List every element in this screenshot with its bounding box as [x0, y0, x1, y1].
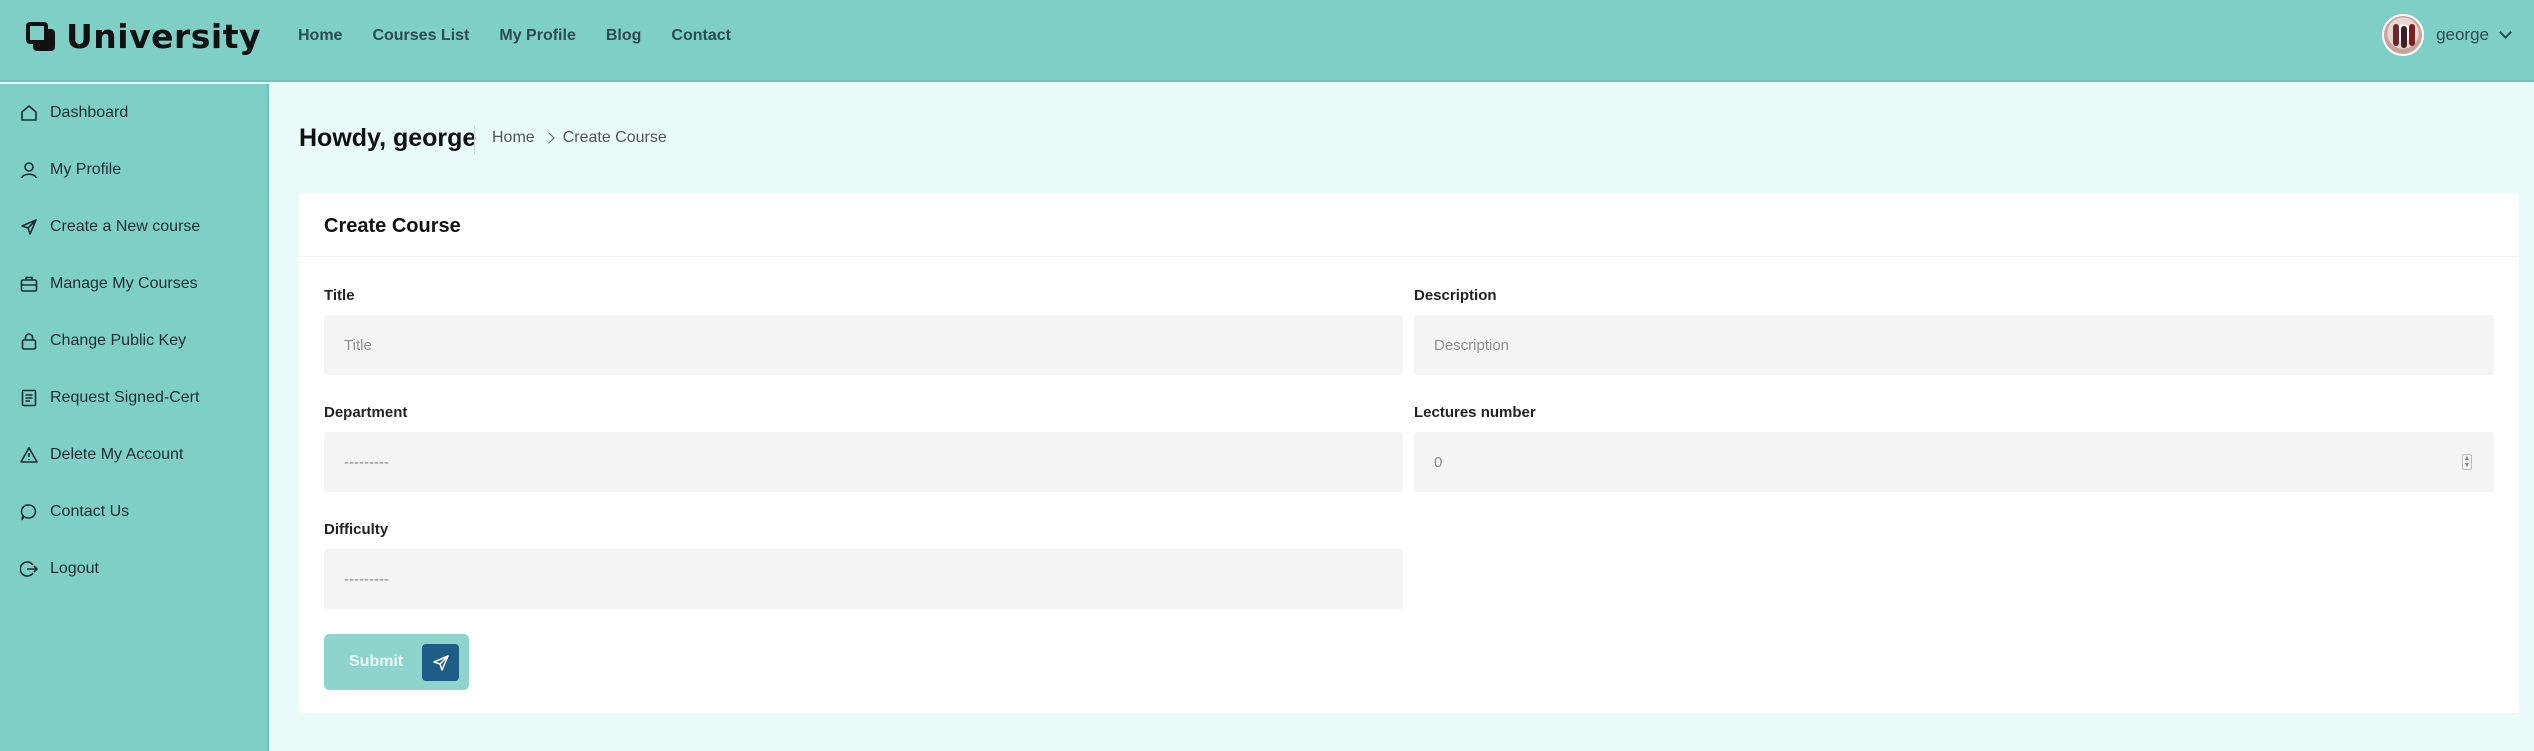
difficulty-select[interactable]: --------- — [324, 549, 1403, 609]
lectures-label: Lectures number — [1414, 404, 1536, 421]
divider — [474, 126, 475, 154]
send-icon — [422, 644, 459, 681]
sidebar-item-delete-account[interactable]: Delete My Account — [20, 440, 183, 470]
submit-label: Submit — [349, 653, 404, 670]
sidebar: Dashboard My Profile Create a New course… — [0, 84, 269, 751]
description-input[interactable] — [1434, 336, 2494, 354]
send-icon — [20, 218, 38, 236]
department-select[interactable]: --------- — [324, 432, 1403, 492]
lectures-value: 0 — [1434, 453, 1443, 471]
sidebar-item-label: Request Signed-Cert — [50, 389, 200, 406]
chevron-right-icon — [543, 132, 555, 144]
sidebar-item-label: Dashboard — [50, 104, 129, 121]
logout-icon — [20, 560, 38, 578]
page-title: Howdy, george — [299, 124, 477, 152]
chat-icon — [20, 503, 38, 521]
sidebar-item-dashboard[interactable]: Dashboard — [20, 98, 128, 128]
department-label: Department — [324, 404, 408, 421]
sidebar-item-manage-courses[interactable]: Manage My Courses — [20, 269, 198, 299]
sidebar-item-my-profile[interactable]: My Profile — [20, 155, 121, 185]
warning-icon — [20, 446, 38, 464]
username: george — [2436, 25, 2489, 44]
nav-contact[interactable]: Contact — [671, 26, 731, 46]
briefcase-icon — [20, 275, 38, 293]
lectures-number-input[interactable]: 0 ▲ ▼ — [1414, 432, 2494, 492]
sidebar-item-create-course[interactable]: Create a New course — [20, 212, 200, 242]
create-course-card: Create Course Title Description Departme… — [299, 193, 2519, 713]
sidebar-item-change-public-key[interactable]: Change Public Key — [20, 326, 186, 356]
number-spinner-icon[interactable]: ▲ ▼ — [2462, 454, 2472, 470]
difficulty-label: Difficulty — [324, 521, 389, 538]
home-icon — [20, 104, 38, 122]
avatar — [2382, 14, 2425, 56]
document-icon — [20, 389, 38, 407]
lock-icon — [20, 332, 38, 350]
submit-button[interactable]: Submit — [324, 634, 469, 690]
divider — [299, 256, 2519, 257]
sidebar-item-label: Contact Us — [50, 503, 130, 520]
user-icon — [20, 161, 38, 179]
brand-name: University — [66, 16, 262, 56]
sidebar-item-request-signed-cert[interactable]: Request Signed-Cert — [20, 383, 199, 413]
top-nav: Home Courses List My Profile Blog Contac… — [298, 26, 761, 46]
breadcrumb-current: Create Course — [562, 129, 667, 146]
brand-logo[interactable]: University — [24, 16, 261, 56]
sidebar-item-label: Delete My Account — [50, 446, 184, 463]
card-title: Create Course — [324, 215, 461, 237]
sidebar-item-label: Change Public Key — [50, 332, 187, 349]
difficulty-selected-value: --------- — [344, 570, 389, 588]
department-selected-value: --------- — [344, 453, 389, 471]
sidebar-item-logout[interactable]: Logout — [20, 554, 99, 584]
breadcrumb: Home Create Course — [492, 129, 667, 147]
nav-home[interactable]: Home — [298, 26, 342, 46]
sidebar-item-label: My Profile — [50, 161, 122, 178]
chevron-down-icon — [2499, 26, 2512, 39]
logo-icon — [24, 20, 56, 52]
nav-blog[interactable]: Blog — [606, 26, 642, 46]
description-field-wrapper — [1414, 315, 2494, 375]
top-header: University Home Courses List My Profile … — [0, 0, 2534, 82]
title-field-wrapper — [324, 315, 1403, 375]
sidebar-item-label: Create a New course — [50, 218, 201, 235]
title-input[interactable] — [344, 336, 1403, 354]
sidebar-item-label: Manage My Courses — [50, 275, 198, 292]
description-label: Description — [1414, 287, 1497, 304]
title-label: Title — [324, 287, 355, 304]
sidebar-item-contact-us[interactable]: Contact Us — [20, 497, 129, 527]
sidebar-item-label: Logout — [50, 560, 99, 577]
breadcrumb-home[interactable]: Home — [492, 129, 535, 147]
user-menu[interactable]: george — [2382, 14, 2512, 56]
nav-my-profile[interactable]: My Profile — [499, 26, 575, 46]
nav-courses-list[interactable]: Courses List — [372, 26, 469, 46]
